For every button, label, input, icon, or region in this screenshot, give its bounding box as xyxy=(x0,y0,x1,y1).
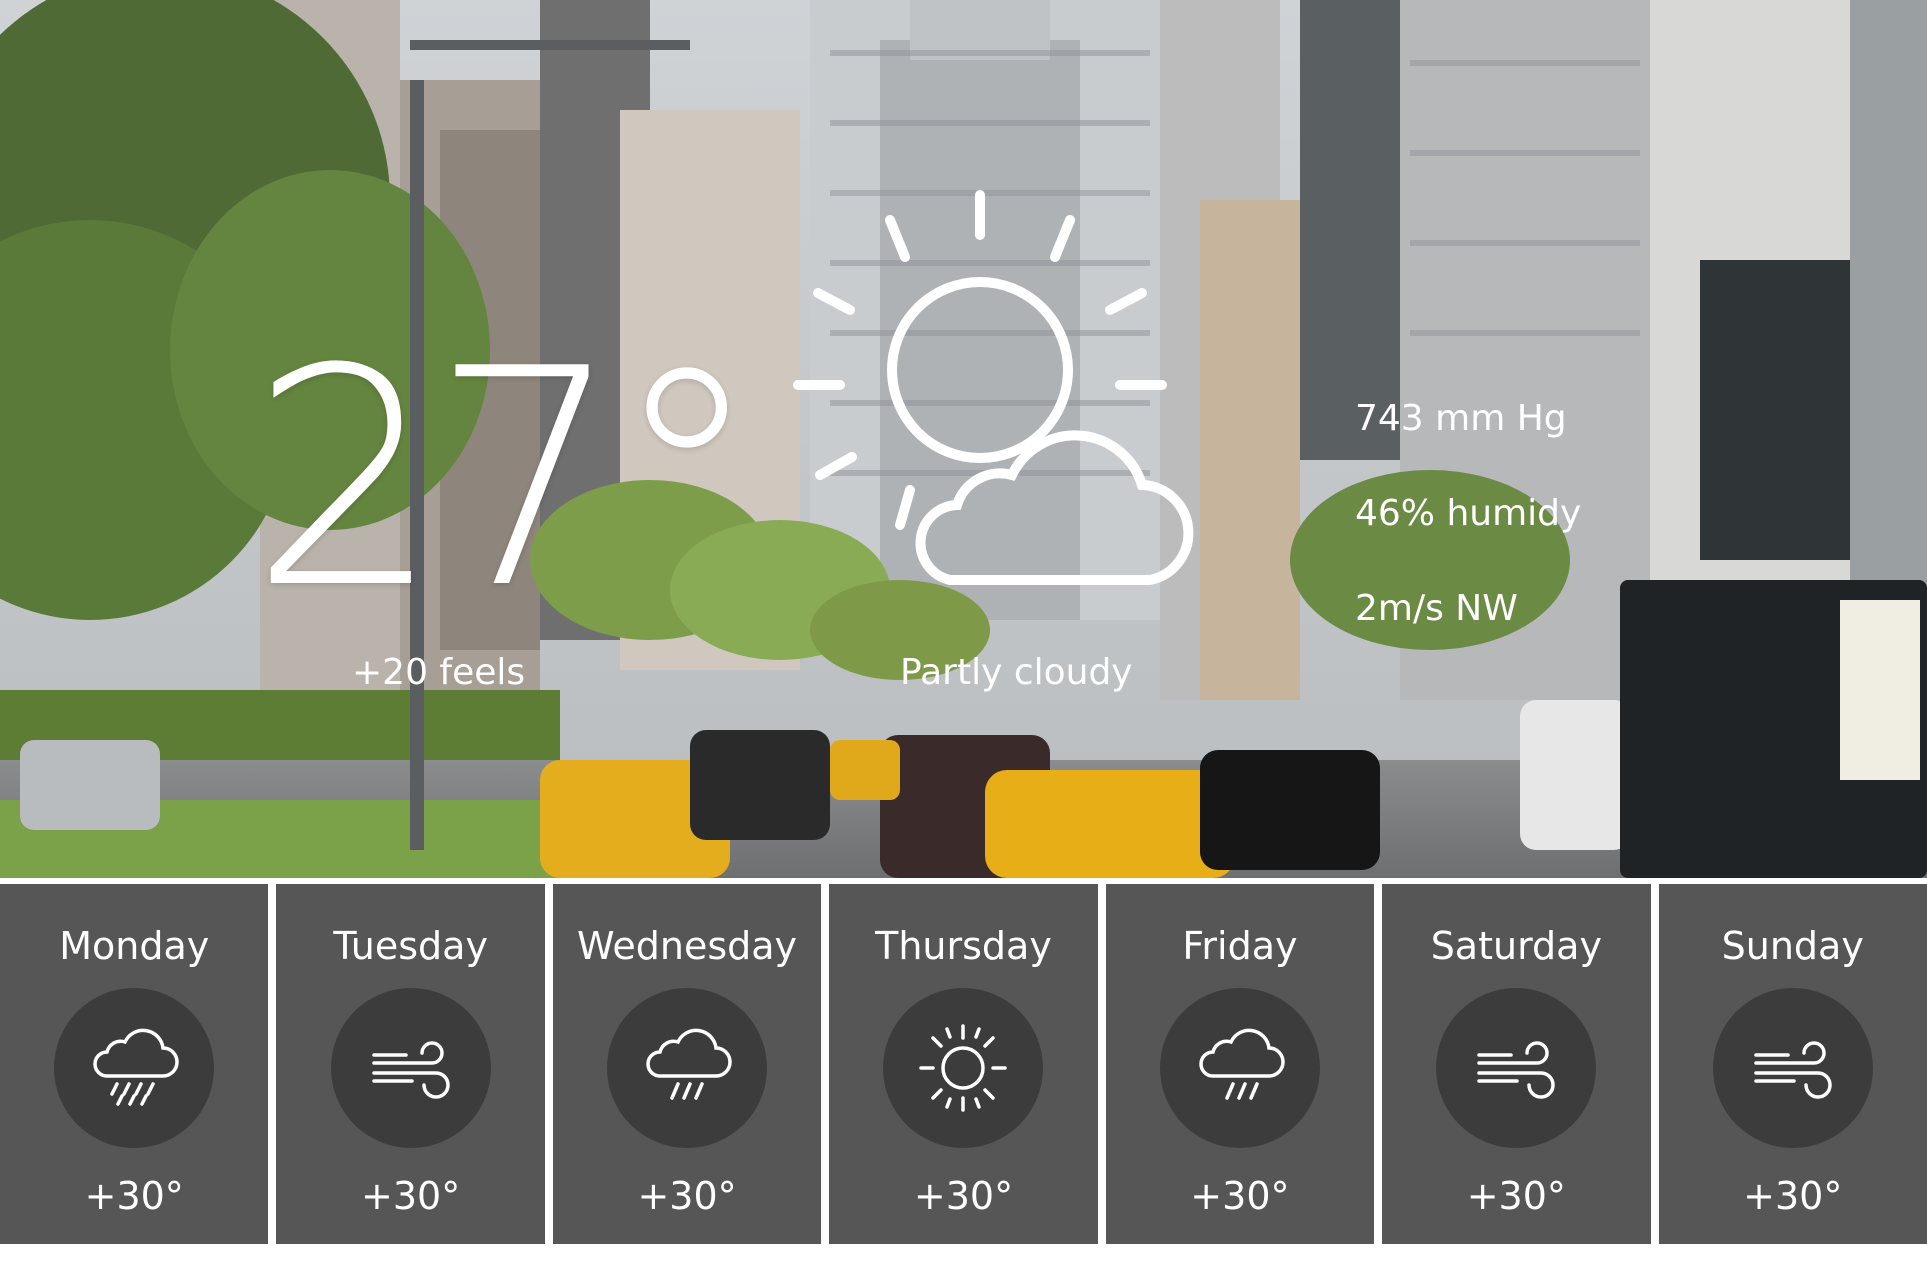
forecast-temperature: +30° xyxy=(84,1174,184,1218)
forecast-day-name: Saturday xyxy=(1430,924,1602,968)
forecast-temperature: +30° xyxy=(637,1174,737,1218)
feels-like-temperature: +20 feels xyxy=(352,652,526,693)
wind-reading: 2m/s NW xyxy=(1355,588,1518,629)
forecast-temperature: +30° xyxy=(1466,1174,1566,1218)
forecast-day-name: Thursday xyxy=(875,924,1052,968)
weather-condition: Partly cloudy xyxy=(900,652,1133,693)
hero-city-background: 27° +20 feels Partly cloudy 743 mm Hg 46… xyxy=(0,0,1927,878)
forecast-card-wednesday[interactable]: Wednesday +30° xyxy=(552,884,822,1244)
rain-cloud-icon xyxy=(1159,988,1320,1148)
forecast-card-friday[interactable]: Friday +30° xyxy=(1105,884,1375,1244)
wind-icon xyxy=(1712,988,1873,1148)
forecast-card-saturday[interactable]: Saturday +30° xyxy=(1382,884,1651,1244)
pressure-reading: 743 mm Hg xyxy=(1355,398,1567,439)
partly-cloudy-icon xyxy=(790,185,1210,609)
forecast-temperature: +30° xyxy=(913,1174,1014,1218)
wind-icon xyxy=(1436,988,1597,1148)
forecast-day-name: Tuesday xyxy=(333,924,488,968)
forecast-temperature: +30° xyxy=(1743,1174,1843,1218)
weather-stats: 743 mm Hg 46% humidy 2m/s NW xyxy=(1355,398,1581,683)
current-temperature: 27° xyxy=(250,305,762,654)
wind-icon xyxy=(330,988,491,1148)
rain-cloud-icon xyxy=(54,988,215,1148)
forecast-temperature: +30° xyxy=(1190,1174,1290,1218)
weekly-forecast: Monday +30° Tuesday +30° Wednesday +30° … xyxy=(0,884,1927,1272)
forecast-day-name: Friday xyxy=(1182,924,1298,968)
forecast-day-name: Sunday xyxy=(1721,924,1864,968)
forecast-day-name: Wednesday xyxy=(577,924,798,968)
forecast-temperature: +30° xyxy=(361,1174,461,1218)
forecast-day-name: Monday xyxy=(59,924,210,968)
forecast-card-monday[interactable]: Monday +30° xyxy=(0,884,269,1244)
rain-cloud-icon xyxy=(607,988,768,1148)
forecast-card-tuesday[interactable]: Tuesday +30° xyxy=(276,884,545,1244)
forecast-card-sunday[interactable]: Sunday +30° xyxy=(1658,884,1927,1244)
humidity-reading: 46% humidy xyxy=(1355,493,1582,534)
forecast-card-thursday[interactable]: Thursday +30° xyxy=(829,884,1098,1244)
sun-icon xyxy=(883,988,1044,1148)
